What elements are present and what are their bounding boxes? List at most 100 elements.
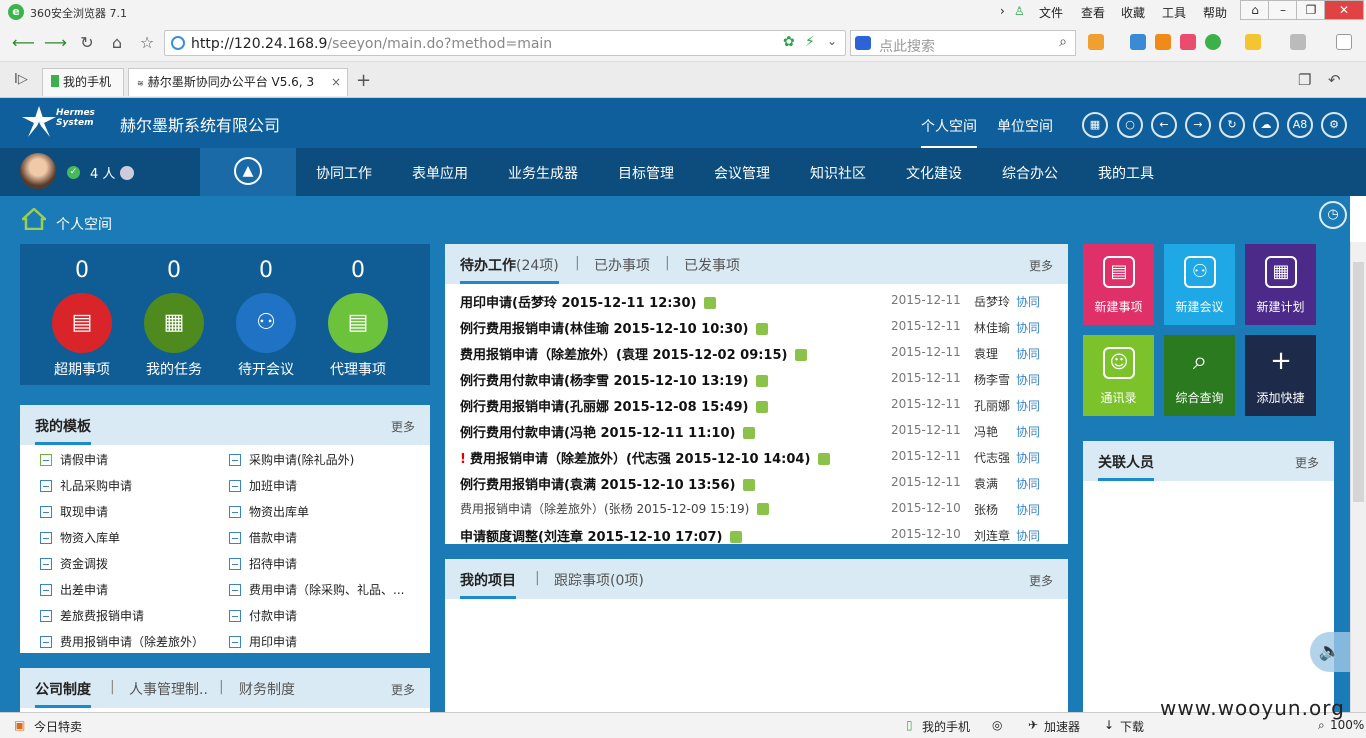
todo-row[interactable]: ! 费用报销申请（除差旅外）(代志强 2015-12-10 14:04) 2015-… xyxy=(460,444,1050,470)
tab-personal-space[interactable]: 个人空间 xyxy=(921,116,977,148)
tab-my-projects[interactable]: 我的项目 xyxy=(460,570,516,599)
more-link[interactable]: 更多 xyxy=(391,418,415,435)
status-accelerator[interactable]: 加速器 xyxy=(1044,718,1080,735)
todo-title[interactable]: 例行费用报销申请(孔丽娜 2015-12-08 15:49) xyxy=(460,396,769,415)
todo-type-link[interactable]: 协同 xyxy=(1016,449,1040,466)
todo-title[interactable]: 例行费用报销申请(袁满 2015-12-10 13:56) xyxy=(460,474,756,493)
tab-pending[interactable]: 待办工作(24项) xyxy=(460,255,559,284)
todo-row[interactable]: 例行费用付款申请(冯艳 2015-12-11 11:10) 2015-12-11 冯… xyxy=(460,418,1050,444)
network-icon[interactable]: ◎ xyxy=(992,718,1002,732)
template-item[interactable]: 加班申请 xyxy=(229,477,297,494)
status-download[interactable]: 下载 xyxy=(1120,718,1144,735)
template-item[interactable]: 付款申请 xyxy=(229,607,297,624)
undo-close-icon[interactable]: ↶ xyxy=(1328,71,1341,89)
speed-mode-icon[interactable]: ⚡ xyxy=(805,34,815,50)
menu-help[interactable]: 帮助 xyxy=(1203,4,1227,21)
nav-knowledge[interactable]: 知识社区 xyxy=(810,163,866,183)
search-engine-icon[interactable] xyxy=(855,36,871,50)
todo-type-link[interactable]: 协同 xyxy=(1016,371,1040,388)
new-tab-button[interactable]: + xyxy=(356,70,371,91)
template-item[interactable]: 借款申请 xyxy=(229,529,297,546)
todo-type-link[interactable]: 协同 xyxy=(1016,397,1040,414)
todo-title[interactable]: 用印申请(岳梦玲 2015-12-11 12:30) xyxy=(460,292,717,311)
home-icon[interactable]: ⌂ xyxy=(106,32,128,54)
online-count[interactable]: 4 人 xyxy=(90,163,134,182)
maximize-button[interactable]: ❐ xyxy=(1296,0,1326,20)
more-link[interactable]: 更多 xyxy=(391,681,415,698)
template-item[interactable]: 用印申请 xyxy=(229,633,297,650)
tab-oa-platform[interactable]: ≋ 赫尔墨斯协同办公平台 V5.6, 3 × xyxy=(128,68,348,96)
back-icon[interactable]: ⟵ xyxy=(12,32,35,54)
todo-type-link[interactable]: 协同 xyxy=(1016,527,1040,544)
template-item[interactable]: 礼品采购申请 xyxy=(40,477,132,494)
tile-query[interactable]: ⌕ 综合查询 xyxy=(1164,335,1235,416)
template-item[interactable]: 出差申请 xyxy=(40,581,108,598)
menu-view[interactable]: 查看 xyxy=(1081,4,1105,21)
todo-type-link[interactable]: 协同 xyxy=(1016,293,1040,310)
user-icon[interactable]: ♙ xyxy=(1014,4,1025,18)
tab-finance-policy[interactable]: 财务制度 xyxy=(239,679,295,699)
todo-row[interactable]: 例行费用报销申请(孔丽娜 2015-12-08 15:49) 2015-12-11… xyxy=(460,392,1050,418)
minimize-button[interactable]: – xyxy=(1268,0,1298,20)
todo-title[interactable]: 费用报销申请（除差旅外）(袁理 2015-12-02 09:15) xyxy=(460,344,808,363)
url-dropdown-icon[interactable]: ⌄ xyxy=(827,34,837,48)
tab-hr-policy[interactable]: 人事管理制.. xyxy=(129,679,208,699)
grid-icon[interactable]: ▦ xyxy=(1082,112,1108,138)
todo-title[interactable]: 费用报销申请（除差旅外）(张杨 2015-12-09 15:19) xyxy=(460,500,770,517)
sidebar-toggle-icon[interactable]: I▷ xyxy=(14,72,28,87)
tab-close-icon[interactable]: × xyxy=(331,69,341,95)
todo-row[interactable]: 费用报销申请（除差旅外）(张杨 2015-12-09 15:19) 2015-12… xyxy=(460,496,1050,522)
stat-overdue[interactable]: 0 ▤ 超期事项 xyxy=(42,258,122,379)
tab-my-phone[interactable]: 我的手机 xyxy=(42,68,124,96)
back-icon[interactable]: ← xyxy=(1151,112,1177,138)
a8-icon[interactable]: A8 xyxy=(1287,112,1313,138)
security-icon[interactable]: ✿ xyxy=(783,34,795,50)
tab-tracking[interactable]: 跟踪事项(0项) xyxy=(554,570,644,590)
tab-unit-space[interactable]: 单位空间 xyxy=(997,116,1053,136)
todo-row[interactable]: 例行费用付款申请(杨李雪 2015-12-10 13:19) 2015-12-11… xyxy=(460,366,1050,392)
status-deals[interactable]: 今日特卖 xyxy=(34,718,82,735)
apps-icon[interactable] xyxy=(1088,34,1104,50)
close-window-button[interactable]: ✕ xyxy=(1324,0,1364,20)
more-link[interactable]: 更多 xyxy=(1029,572,1053,589)
template-item[interactable]: 取现申请 xyxy=(40,503,108,520)
tile-new-plan[interactable]: ▦ 新建计划 xyxy=(1245,244,1316,325)
todo-title[interactable]: 例行费用付款申请(杨李雪 2015-12-10 13:19) xyxy=(460,370,769,389)
nav-business-builder[interactable]: 业务生成器 xyxy=(508,163,578,183)
stat-tasks[interactable]: 0 ▦ 我的任务 xyxy=(134,258,214,379)
nav-home[interactable]: ▲ xyxy=(200,148,296,196)
status-my-phone[interactable]: 我的手机 xyxy=(922,718,970,735)
template-item[interactable]: 采购申请(除礼品外) xyxy=(229,451,354,468)
template-item[interactable]: 差旅费报销申请 xyxy=(40,607,144,624)
todo-type-link[interactable]: 协同 xyxy=(1016,475,1040,492)
tile-new-item[interactable]: ▤ 新建事项 xyxy=(1083,244,1154,325)
todo-title[interactable]: 例行费用报销申请(林佳瑜 2015-12-10 10:30) xyxy=(460,318,769,337)
url-input[interactable]: http://120.24.168.9/seeyon/main.do?metho… xyxy=(164,30,846,56)
nav-forms[interactable]: 表单应用 xyxy=(412,163,468,183)
favorite-star-icon[interactable]: ☆ xyxy=(136,32,158,54)
speaker-icon[interactable]: 🔈 xyxy=(1310,632,1350,672)
todo-type-link[interactable]: 协同 xyxy=(1016,501,1040,518)
ext-icon[interactable] xyxy=(1180,34,1196,50)
todo-title[interactable]: ! 费用报销申请（除差旅外）(代志强 2015-12-10 14:04) xyxy=(460,448,831,467)
template-item[interactable]: 请假申请 xyxy=(40,451,108,468)
todo-type-link[interactable]: 协同 xyxy=(1016,423,1040,440)
tile-new-meeting[interactable]: ⚇ 新建会议 xyxy=(1164,244,1235,325)
more-link[interactable]: 更多 xyxy=(1295,454,1319,471)
tab-company-policy[interactable]: 公司制度 xyxy=(35,679,91,708)
avatar[interactable] xyxy=(20,153,56,189)
nav-office[interactable]: 综合办公 xyxy=(1002,163,1058,183)
tile-contacts[interactable]: ☺ 通讯录 xyxy=(1083,335,1154,416)
template-item[interactable]: 物资出库单 xyxy=(229,503,309,520)
settings-icon[interactable]: ⚙ xyxy=(1321,112,1347,138)
todo-row[interactable]: 用印申请(岳梦玲 2015-12-11 12:30) 2015-12-11 岳梦玲协… xyxy=(460,288,1050,314)
more-link[interactable]: 更多 xyxy=(1029,257,1053,274)
nav-my-tools[interactable]: 我的工具 xyxy=(1098,163,1154,183)
stat-meetings[interactable]: 0 ⚇ 待开会议 xyxy=(226,258,306,379)
template-item[interactable]: 资金调拨 xyxy=(40,555,108,572)
search-icon[interactable]: ⌕ xyxy=(1059,34,1067,50)
todo-type-link[interactable]: 协同 xyxy=(1016,319,1040,336)
todo-type-link[interactable]: 协同 xyxy=(1016,345,1040,362)
menu-icon[interactable] xyxy=(1336,34,1352,50)
tab-sent[interactable]: 已发事项 xyxy=(684,255,740,275)
